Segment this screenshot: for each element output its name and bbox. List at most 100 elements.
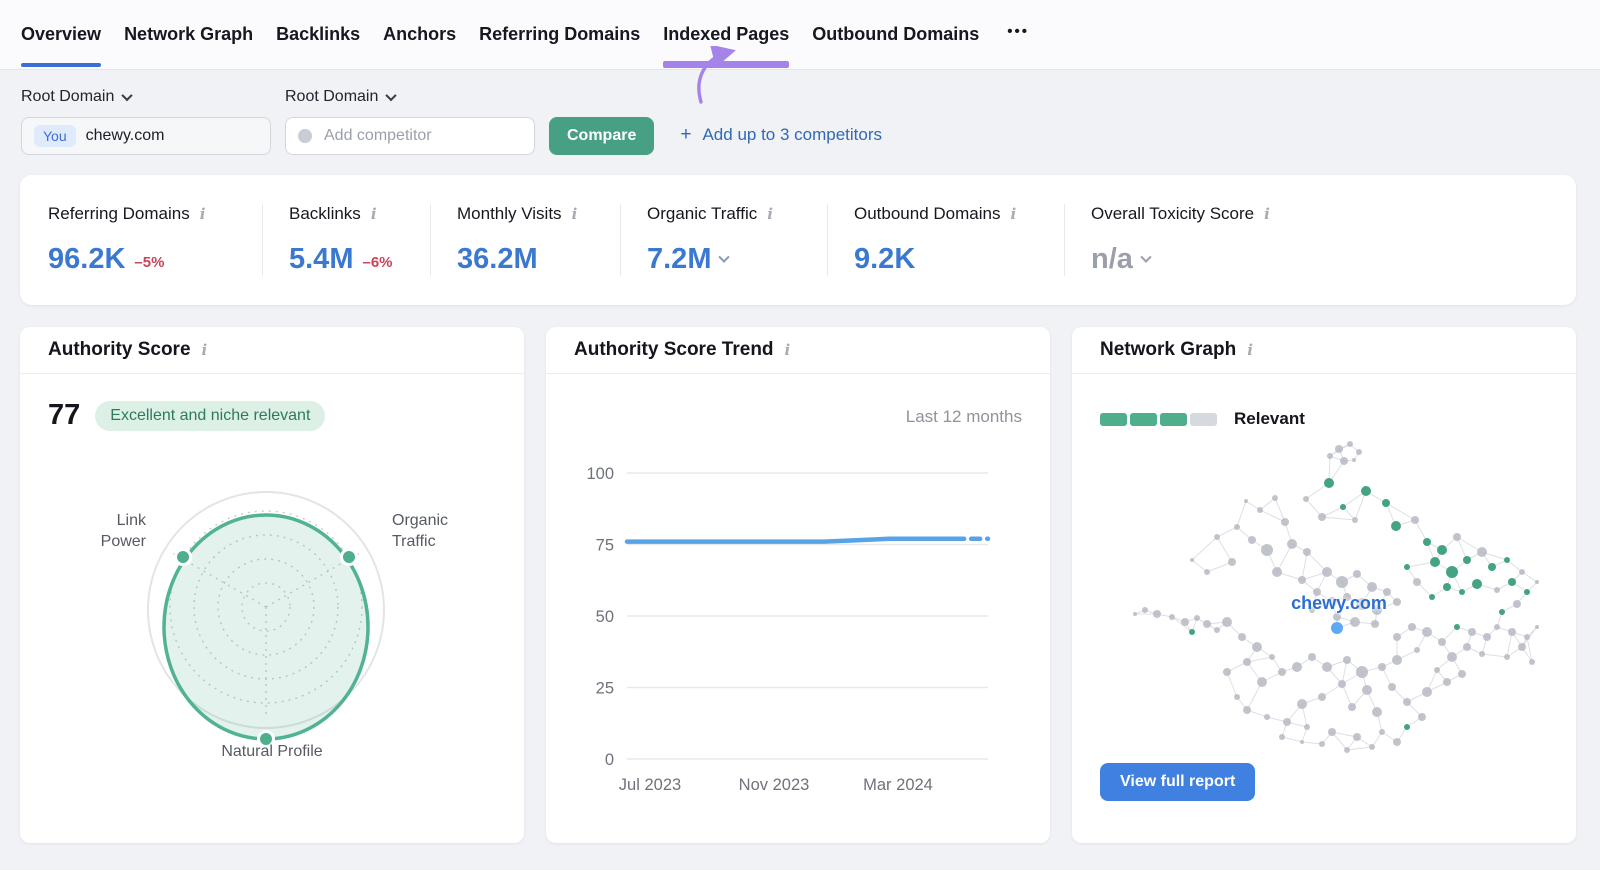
root-domain-dropdown-competitor[interactable]: Root Domain: [285, 88, 535, 106]
add-competitor-input[interactable]: [322, 126, 522, 146]
you-badge: You: [34, 125, 76, 147]
network-node: [1535, 580, 1539, 584]
network-node: [1214, 627, 1220, 633]
tab-overview[interactable]: Overview: [21, 0, 102, 69]
highlight-underline: [663, 61, 790, 68]
info-icon[interactable]: i: [200, 205, 206, 223]
info-icon[interactable]: i: [767, 205, 773, 223]
network-edge: [1206, 561, 1233, 573]
info-icon[interactable]: i: [572, 205, 578, 223]
network-node: [1252, 642, 1262, 652]
network-node: [1298, 576, 1306, 584]
network-node: [1335, 445, 1343, 453]
network-node: [1393, 633, 1401, 641]
authority-score-badge: Excellent and niche relevant: [95, 400, 326, 431]
network-node: [1453, 533, 1461, 541]
network-node: [1133, 612, 1137, 616]
network-node: [1352, 458, 1356, 462]
network-node: [1181, 618, 1189, 626]
network-node: [1391, 521, 1401, 531]
network-edge: [1236, 500, 1247, 528]
authority-score-value: 77: [48, 399, 81, 431]
info-icon[interactable]: i: [371, 205, 377, 223]
card-title: Authority Score: [48, 339, 191, 360]
chevron-down-icon[interactable]: [1140, 251, 1152, 263]
compare-button[interactable]: Compare: [549, 117, 655, 155]
network-node: [1281, 518, 1289, 526]
network-node: [1318, 513, 1326, 521]
network-node: [1356, 666, 1368, 678]
card-header: Authority Score i: [20, 327, 524, 374]
card-title: Network Graph: [1100, 339, 1237, 360]
info-icon[interactable]: i: [1247, 341, 1253, 359]
trend-line: [624, 536, 958, 544]
network-node: [1353, 570, 1361, 578]
network-node: [1408, 623, 1416, 631]
network-node: [1324, 478, 1334, 488]
y-axis-tick: 0: [605, 751, 614, 769]
network-node: [1283, 718, 1291, 726]
network-node: [1404, 724, 1410, 730]
network-node: [1447, 652, 1457, 662]
root-domain-dropdown-you[interactable]: Root Domain: [21, 88, 271, 106]
meter-segment-empty: [1190, 412, 1217, 426]
network-node: [1338, 680, 1346, 688]
view-full-report-button[interactable]: View full report: [1100, 763, 1256, 801]
network-edge: [1216, 536, 1233, 563]
radar-value-area: [162, 513, 370, 741]
network-node: [1269, 654, 1275, 660]
info-icon[interactable]: i: [785, 341, 791, 359]
metric-overall-toxicity-score: Overall Toxicity Score i n/a: [1064, 204, 1576, 276]
card-header: Authority Score Trend i: [546, 327, 1050, 374]
chevron-down-icon[interactable]: [718, 251, 731, 263]
network-node: [1238, 633, 1246, 641]
network-node: [1446, 566, 1458, 578]
tab-label: Anchors: [383, 24, 457, 44]
metric-organic-traffic: Organic Traffic i 7.2M: [620, 204, 827, 276]
network-node: [1304, 724, 1310, 730]
network-node: [1303, 548, 1311, 556]
plus-icon: +: [680, 124, 692, 145]
network-node: [1169, 614, 1175, 620]
network-edge: [1346, 746, 1373, 751]
x-axis-tick: Jul 2023: [619, 776, 681, 794]
metric-value-text: 36.2M: [457, 243, 538, 275]
network-node: [1382, 499, 1390, 507]
add-competitors-link[interactable]: + Add up to 3 competitors: [680, 124, 882, 146]
y-axis-tick: 75: [596, 537, 614, 555]
network-node: [1333, 613, 1341, 621]
tab-backlinks[interactable]: Backlinks: [276, 0, 360, 69]
info-icon[interactable]: i: [1264, 205, 1270, 223]
network-node: [1272, 495, 1278, 501]
metric-label-text: Overall Toxicity Score: [1091, 204, 1255, 223]
network-node: [1379, 729, 1385, 735]
network-node: [1223, 668, 1231, 676]
more-tabs-button[interactable]: •••: [1005, 23, 1031, 46]
tab-outbound-domains[interactable]: Outbound Domains: [812, 0, 979, 69]
tab-network-graph[interactable]: Network Graph: [124, 0, 253, 69]
radar-axis-organic-traffic: Organic Traffic: [392, 512, 449, 551]
network-node: [1529, 659, 1535, 665]
competitor-column: Root Domain: [285, 88, 535, 155]
network-node: [1422, 687, 1432, 697]
tab-indexed-pages[interactable]: Indexed Pages: [663, 0, 790, 104]
metric-change-badge: –6%: [362, 254, 393, 271]
relevance-label: Relevant: [1234, 409, 1305, 428]
you-domain-input[interactable]: You chewy.com: [21, 117, 271, 155]
metric-value-text: 96.2K: [48, 243, 126, 275]
tab-referring-domains[interactable]: Referring Domains: [479, 0, 640, 69]
tab-label: Overview: [21, 24, 102, 44]
network-node: [1361, 486, 1371, 496]
y-axis-tick: 50: [596, 608, 614, 626]
network-node: [1414, 647, 1420, 653]
info-icon[interactable]: i: [1010, 205, 1016, 223]
network-node: [1278, 668, 1286, 676]
tab-anchors[interactable]: Anchors: [383, 0, 456, 69]
favicon-placeholder-icon: [298, 129, 312, 143]
network-graph-area: chewy.com: [1096, 435, 1540, 765]
active-tab-underline: [21, 63, 102, 67]
tab-label: Referring Domains: [479, 24, 641, 44]
info-icon[interactable]: i: [202, 341, 208, 359]
authority-score-card: Authority Score i 77 Excellent and niche…: [20, 327, 524, 843]
date-range-label: Last 12 months: [905, 407, 1022, 426]
